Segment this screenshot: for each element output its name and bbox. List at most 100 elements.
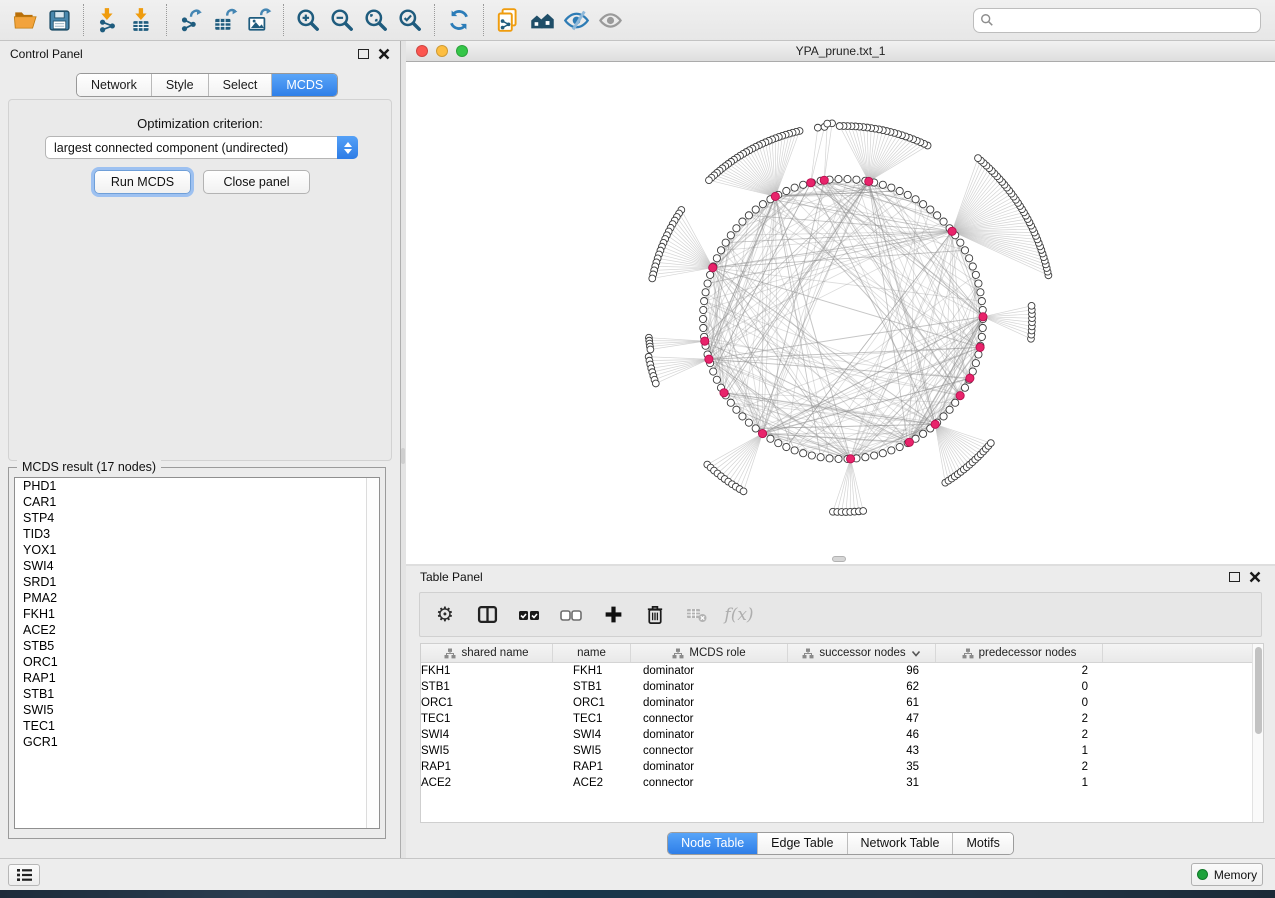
graph-node[interactable] xyxy=(783,443,790,450)
graph-node[interactable] xyxy=(745,212,752,219)
run-mcds-button[interactable]: Run MCDS xyxy=(94,170,191,194)
graph-hub-node[interactable] xyxy=(771,192,779,200)
mcds-result-item[interactable]: RAP1 xyxy=(15,670,379,686)
graph-leaf-node[interactable] xyxy=(740,488,747,495)
show-graphics-details-button[interactable] xyxy=(593,4,627,36)
mcds-result-item[interactable]: TID3 xyxy=(15,526,379,542)
graph-node[interactable] xyxy=(752,425,759,432)
network-overview-button[interactable] xyxy=(525,4,559,36)
table-options-button[interactable] xyxy=(684,602,710,628)
graph-node[interactable] xyxy=(919,430,926,437)
graph-node[interactable] xyxy=(835,455,842,462)
search-box[interactable] xyxy=(973,8,1261,33)
export-network-button[interactable] xyxy=(174,4,208,36)
graph-hub-node[interactable] xyxy=(905,438,913,446)
graph-hub-node[interactable] xyxy=(956,392,964,400)
graph-node[interactable] xyxy=(739,413,746,420)
float-panel-icon[interactable] xyxy=(358,49,369,59)
graph-node[interactable] xyxy=(759,201,766,208)
graph-hub-node[interactable] xyxy=(701,337,709,345)
mcds-list-scrollbar[interactable] xyxy=(366,478,379,828)
graph-node[interactable] xyxy=(808,452,815,459)
graph-leaf-node[interactable] xyxy=(836,123,843,130)
graph-node[interactable] xyxy=(979,324,986,331)
graph-node[interactable] xyxy=(966,255,973,262)
vertical-splitter-handle[interactable] xyxy=(401,448,405,464)
graph-node[interactable] xyxy=(800,181,807,188)
graph-node[interactable] xyxy=(717,247,724,254)
save-session-button[interactable] xyxy=(42,4,76,36)
graph-node[interactable] xyxy=(972,271,979,278)
import-table-button[interactable] xyxy=(125,4,159,36)
graph-leaf-node[interactable] xyxy=(652,380,659,387)
tab-node-table[interactable]: Node Table xyxy=(668,833,758,854)
network-graph[interactable] xyxy=(406,62,1275,563)
mcds-result-item[interactable]: STP4 xyxy=(15,510,379,526)
add-column-button[interactable] xyxy=(600,602,626,628)
zoom-out-button[interactable] xyxy=(325,4,359,36)
mcds-result-item[interactable]: ORC1 xyxy=(15,654,379,670)
graph-leaf-node[interactable] xyxy=(1028,302,1035,309)
tab-network[interactable]: Network xyxy=(77,74,152,96)
graph-hub-node[interactable] xyxy=(820,176,828,184)
graph-hub-node[interactable] xyxy=(931,420,939,428)
graph-node[interactable] xyxy=(727,399,734,406)
search-input[interactable] xyxy=(994,13,1254,27)
graph-node[interactable] xyxy=(940,218,947,225)
graph-node[interactable] xyxy=(975,280,982,287)
table-row[interactable]: FKH1FKH1dominator962 xyxy=(421,663,1263,679)
mcds-result-item[interactable]: STB5 xyxy=(15,638,379,654)
graph-node[interactable] xyxy=(969,263,976,270)
clone-network-button[interactable] xyxy=(491,4,525,36)
graph-node[interactable] xyxy=(961,384,968,391)
graph-node[interactable] xyxy=(700,324,707,331)
graph-node[interactable] xyxy=(704,280,711,287)
graph-node[interactable] xyxy=(888,447,895,454)
graph-leaf-node[interactable] xyxy=(975,155,982,162)
mcds-result-item[interactable]: STB1 xyxy=(15,686,379,702)
mcds-result-item[interactable]: FKH1 xyxy=(15,606,379,622)
mcds-result-item[interactable]: TEC1 xyxy=(15,718,379,734)
table-row[interactable]: RAP1RAP1dominator352 xyxy=(421,759,1263,775)
graph-leaf-node[interactable] xyxy=(649,275,656,282)
hide-graphics-details-button[interactable] xyxy=(559,4,593,36)
table-scrollbar-thumb[interactable] xyxy=(1255,647,1262,734)
tab-motifs[interactable]: Motifs xyxy=(953,833,1012,854)
graph-node[interactable] xyxy=(701,297,708,304)
table-scrollbar[interactable] xyxy=(1252,644,1263,822)
graph-node[interactable] xyxy=(879,450,886,457)
mcds-result-item[interactable]: YOX1 xyxy=(15,542,379,558)
graph-node[interactable] xyxy=(700,306,707,313)
zoom-selected-button[interactable] xyxy=(393,4,427,36)
tab-network-table[interactable]: Network Table xyxy=(848,833,954,854)
tab-mcds[interactable]: MCDS xyxy=(272,74,337,96)
graph-node[interactable] xyxy=(752,206,759,213)
graph-node[interactable] xyxy=(961,247,968,254)
graph-node[interactable] xyxy=(775,440,782,447)
graph-node[interactable] xyxy=(927,206,934,213)
graph-node[interactable] xyxy=(739,218,746,225)
graph-node[interactable] xyxy=(957,239,964,246)
column-header-successor_nodes[interactable]: successor nodes xyxy=(788,644,936,662)
graph-hub-node[interactable] xyxy=(948,227,956,235)
table-row[interactable]: SWI4SWI4dominator462 xyxy=(421,727,1263,743)
memory-button[interactable]: Memory xyxy=(1191,863,1263,886)
graph-leaf-node[interactable] xyxy=(814,124,821,131)
graph-node[interactable] xyxy=(844,175,851,182)
mcds-result-item[interactable]: SRD1 xyxy=(15,574,379,590)
graph-hub-node[interactable] xyxy=(807,179,815,187)
graph-node[interactable] xyxy=(975,351,982,358)
graph-node[interactable] xyxy=(912,196,919,203)
refresh-button[interactable] xyxy=(442,4,476,36)
mcds-result-item[interactable]: SWI5 xyxy=(15,702,379,718)
table-settings-button[interactable]: ⚙ xyxy=(432,602,458,628)
mcds-result-list[interactable]: PHD1CAR1STP4TID3YOX1SWI4SRD1PMA2FKH1ACE2… xyxy=(14,477,380,829)
import-network-button[interactable] xyxy=(91,4,125,36)
task-history-button[interactable] xyxy=(8,864,40,886)
mcds-result-item[interactable]: SWI4 xyxy=(15,558,379,574)
splitter-handle[interactable] xyxy=(832,556,846,562)
network-window-titlebar[interactable]: YPA_prune.txt_1 xyxy=(406,41,1275,62)
graph-leaf-node[interactable] xyxy=(860,508,867,515)
graph-node[interactable] xyxy=(783,187,790,194)
graph-node[interactable] xyxy=(800,450,807,457)
